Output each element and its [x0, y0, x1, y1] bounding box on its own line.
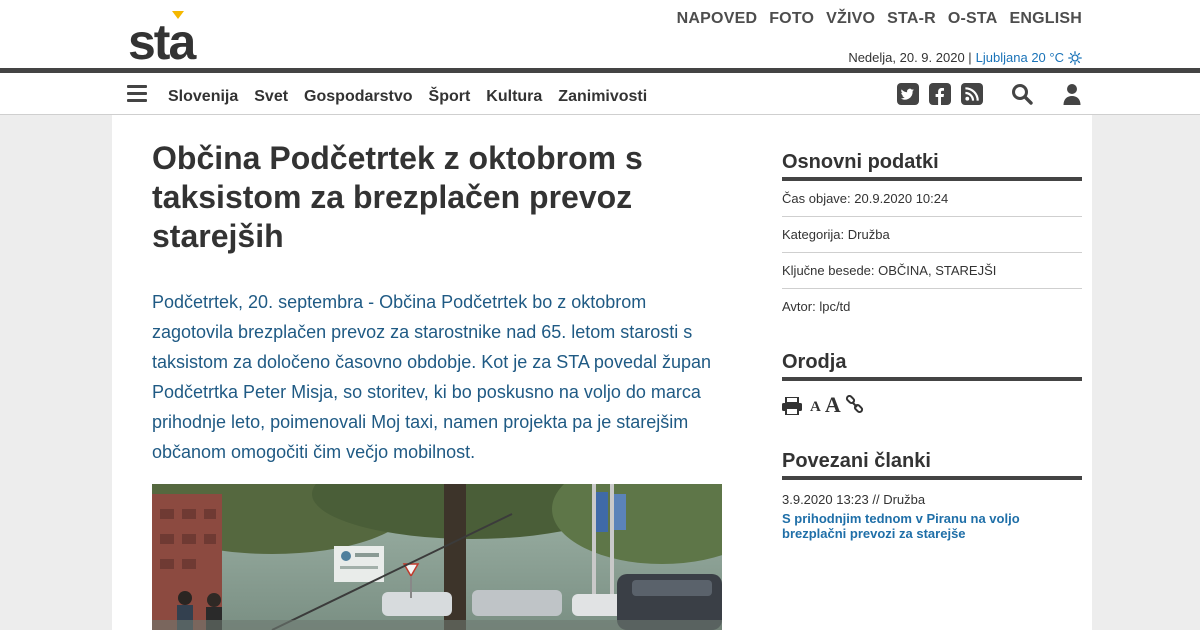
- print-icon[interactable]: [782, 397, 802, 415]
- top-nav-vzivo[interactable]: VŽIVO: [826, 10, 875, 28]
- menu-icon[interactable]: [127, 85, 147, 102]
- basic-data-title: Osnovni podatki: [782, 149, 1082, 181]
- font-decrease-button[interactable]: A: [810, 400, 821, 415]
- sta-logo[interactable]: sta: [128, 8, 218, 62]
- nav-gospodarstvo[interactable]: Gospodarstvo: [304, 88, 412, 106]
- related-article-link[interactable]: S prihodnjim tednom v Piranu na voljo br…: [782, 511, 1042, 541]
- section-links: Slovenija Svet Gospodarstvo Šport Kultur…: [168, 88, 647, 106]
- nav-svet[interactable]: Svet: [254, 88, 288, 106]
- tools-row: A A: [782, 391, 1082, 416]
- category: Kategorija: Družba: [782, 217, 1082, 253]
- weather-link[interactable]: Ljubljana 20 °C: [976, 50, 1064, 65]
- article-title: Občina Podčetrtek z oktobrom s taksistom…: [152, 140, 643, 254]
- article-lead: Podčetrtek, 20. septembra - Občina Podče…: [152, 292, 712, 462]
- top-nav-sta-r[interactable]: STA-R: [887, 10, 936, 28]
- nav-zanimivosti[interactable]: Zanimivosti: [558, 88, 647, 106]
- dateline: Nedelja, 20. 9. 2020 | Ljubljana 20 °C: [848, 50, 1082, 65]
- keywords: Ključne besede: OBČINA, STAREJŠI: [782, 253, 1082, 289]
- top-nav: NAPOVED FOTO VŽIVO STA-R O-STA ENGLISH: [677, 10, 1082, 28]
- search-icon[interactable]: [1011, 83, 1033, 105]
- basic-data-box: Osnovni podatki Čas objave: 20.9.2020 10…: [782, 149, 1082, 325]
- twitter-icon[interactable]: [897, 83, 919, 105]
- top-nav-foto[interactable]: FOTO: [769, 10, 814, 28]
- article-photo[interactable]: [152, 484, 722, 630]
- top-nav-napoved[interactable]: NAPOVED: [677, 10, 758, 28]
- tools-box: Orodja A A: [782, 349, 1082, 416]
- article-card: Občina Podčetrtek z oktobrom s taksistom…: [112, 115, 1092, 630]
- basic-data-list: Čas objave: 20.9.2020 10:24 Kategorija: …: [782, 181, 1082, 325]
- published-time: Čas objave: 20.9.2020 10:24: [782, 181, 1082, 217]
- facebook-icon[interactable]: [929, 83, 951, 105]
- related-box: Povezani članki 3.9.2020 13:23 // Družba…: [782, 448, 1082, 541]
- tools-title: Orodja: [782, 349, 1082, 381]
- nav-slovenija[interactable]: Slovenija: [168, 88, 238, 106]
- nav-icons: [897, 83, 1083, 105]
- top-bar: sta NAPOVED FOTO VŽIVO STA-R O-STA ENGLI…: [0, 0, 1200, 68]
- current-date: Nedelja, 20. 9. 2020 |: [848, 50, 972, 65]
- nav-kultura[interactable]: Kultura: [486, 88, 542, 106]
- logo-text: sta: [128, 14, 197, 62]
- related-meta: 3.9.2020 13:23 // Družba: [782, 492, 926, 507]
- user-icon[interactable]: [1061, 83, 1083, 105]
- top-nav-english[interactable]: ENGLISH: [1009, 10, 1082, 28]
- link-icon[interactable]: [845, 395, 865, 415]
- author: Avtor: lpc/td: [782, 299, 851, 314]
- related-title: Povezani članki: [782, 448, 1082, 480]
- sun-icon: [1068, 50, 1082, 65]
- rss-icon[interactable]: [961, 83, 983, 105]
- font-increase-button[interactable]: A: [825, 394, 841, 416]
- top-nav-o-sta[interactable]: O-STA: [948, 10, 998, 28]
- nav-sport[interactable]: Šport: [429, 88, 471, 106]
- main-nav: Slovenija Svet Gospodarstvo Šport Kultur…: [0, 73, 1200, 115]
